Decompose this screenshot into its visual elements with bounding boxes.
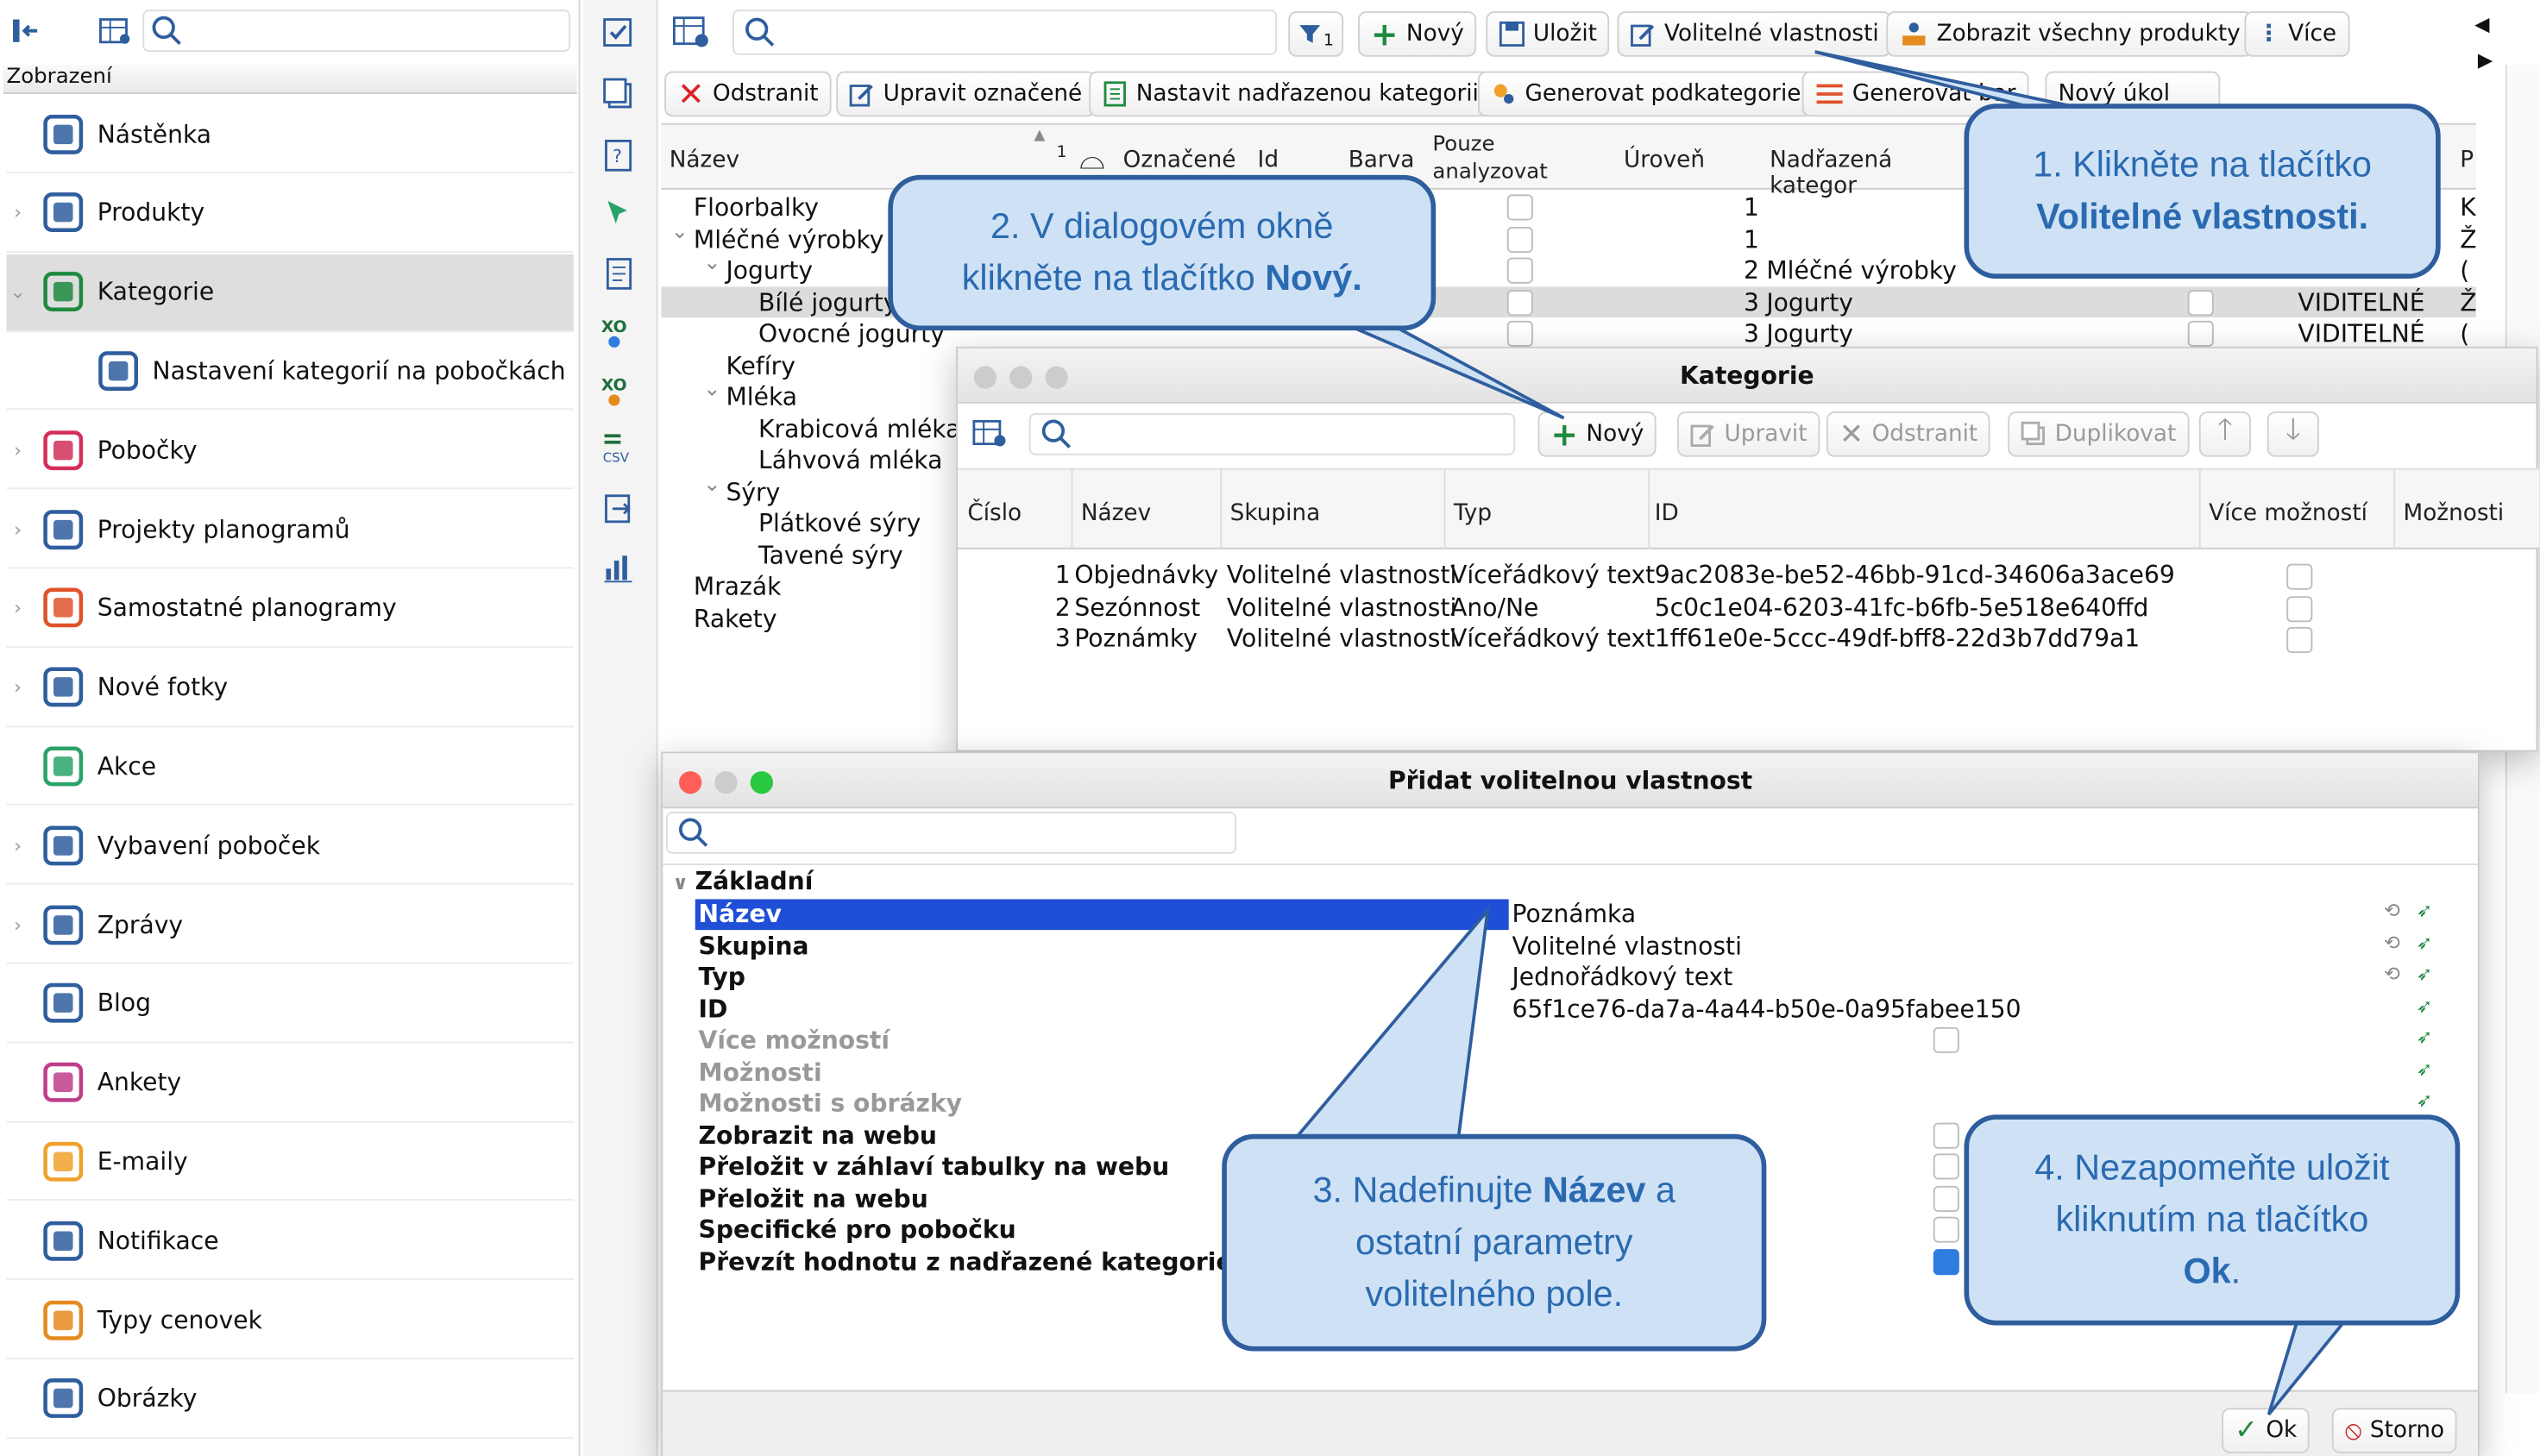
callout-step-1: 1. Klikněte na tlačítko Volitelné vlastn…: [1964, 104, 2441, 279]
callout-step-3: 3. Nadefinujte Název a ostatní parametry…: [1222, 1133, 1767, 1352]
callout-step-2: 2. V dialogovém okně klikněte na tlačítk…: [888, 174, 1437, 331]
callout-step-4: 4. Nezapomeňte uložit kliknutím na tlačí…: [1964, 1114, 2461, 1326]
